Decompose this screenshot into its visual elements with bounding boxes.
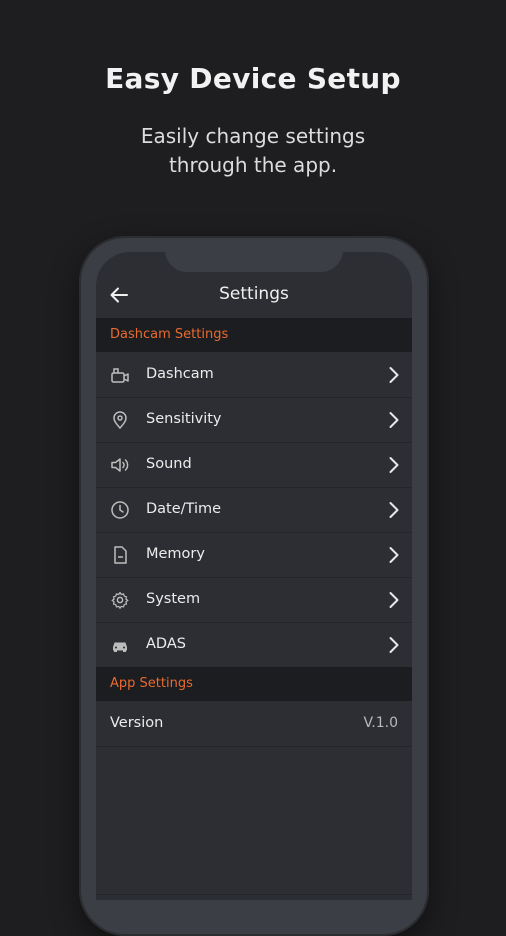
location-pin-icon (110, 410, 130, 430)
section-header-dashcam: Dashcam Settings (96, 318, 412, 352)
speaker-icon (110, 455, 130, 475)
car-icon (110, 635, 130, 655)
settings-item-memory[interactable]: Memory (96, 533, 412, 578)
sd-card-icon (110, 545, 130, 565)
settings-item-sensitivity[interactable]: Sensitivity (96, 398, 412, 443)
hero-subtitle-line-2: through the app. (168, 153, 338, 177)
settings-item-label: ADAS (146, 636, 186, 652)
bottom-divider (96, 894, 412, 895)
settings-item-version: Version V.1.0 (96, 702, 412, 747)
gear-icon (110, 590, 130, 610)
settings-item-label: Date/Time (146, 501, 222, 517)
settings-item-label: System (146, 591, 201, 607)
settings-item-datetime[interactable]: Date/Time (96, 488, 412, 533)
settings-item-label: Memory (146, 546, 205, 562)
page-title: Settings (219, 284, 289, 304)
phone-screen: Settings Dashcam Settings Dashcam Sensit… (96, 252, 412, 900)
chevron-right-icon (388, 411, 400, 429)
hero-title: Easy Device Setup (105, 62, 401, 95)
settings-item-sound[interactable]: Sound (96, 443, 412, 488)
section-label-app: App Settings (110, 676, 193, 691)
settings-item-label: Sound (146, 456, 192, 472)
clock-icon (110, 500, 130, 520)
chevron-right-icon (388, 636, 400, 654)
settings-item-label: Dashcam (146, 366, 214, 382)
dashcam-icon (110, 365, 130, 385)
hero-subtitle-line-1: Easily change settings (140, 124, 366, 148)
chevron-right-icon (388, 591, 400, 609)
settings-item-label: Sensitivity (146, 411, 222, 427)
settings-item-system[interactable]: System (96, 578, 412, 623)
app-bar: Settings (96, 276, 412, 316)
chevron-right-icon (388, 546, 400, 564)
section-header-app: App Settings (96, 667, 412, 701)
chevron-right-icon (388, 456, 400, 474)
chevron-right-icon (388, 366, 400, 384)
section-label-dashcam: Dashcam Settings (110, 327, 229, 342)
settings-item-dashcam[interactable]: Dashcam (96, 353, 412, 398)
hero-subtitle: Easily change settings through the app. (0, 122, 506, 180)
version-label: Version (110, 715, 164, 731)
phone-notch (165, 252, 343, 272)
settings-item-adas[interactable]: ADAS (96, 623, 412, 668)
chevron-right-icon (388, 501, 400, 519)
version-value: V.1.0 (363, 715, 399, 731)
